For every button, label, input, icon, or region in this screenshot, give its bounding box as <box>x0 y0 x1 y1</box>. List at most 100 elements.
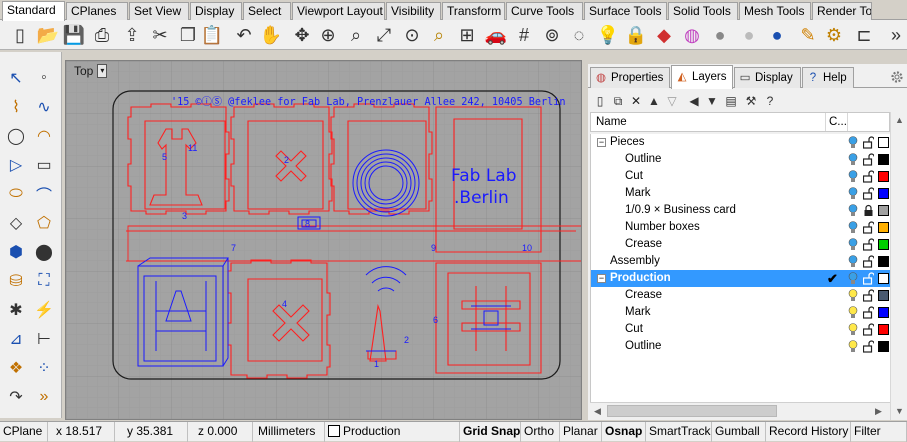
status-toggle-grid-snap[interactable]: Grid Snap <box>460 422 521 442</box>
new-layer-icon[interactable]: ▯ <box>592 93 608 109</box>
status-layer[interactable]: Production <box>325 422 460 442</box>
layer-color-swatch[interactable] <box>878 171 889 182</box>
circle-icon[interactable]: ◯ <box>4 124 28 148</box>
more-icon[interactable]: » <box>884 23 907 47</box>
block-icon[interactable]: ⁘ <box>32 356 56 380</box>
layer-color-swatch[interactable] <box>878 324 889 335</box>
cplane-icon[interactable]: ⊚ <box>540 23 564 47</box>
viewport-title-label[interactable]: Top <box>74 63 93 79</box>
rectangle-icon[interactable]: ▭ <box>32 153 56 177</box>
status-units[interactable]: Millimeters <box>253 422 325 442</box>
more-left-icon[interactable]: » <box>32 385 56 409</box>
layer-unlocked-icon[interactable] <box>863 170 874 183</box>
layer-unlocked-icon[interactable] <box>863 255 874 268</box>
layer-unlocked-icon[interactable] <box>863 221 874 234</box>
print-icon[interactable]: ⎙ <box>90 23 114 47</box>
status-toggle-filter[interactable]: Filter <box>851 422 907 442</box>
extrude-icon[interactable]: ⬠ <box>32 211 56 235</box>
layer-visible-bulb-icon[interactable] <box>848 170 858 183</box>
select-icon[interactable]: ◌ <box>567 23 591 47</box>
layer-color-swatch[interactable] <box>878 290 889 301</box>
scroll-right-icon[interactable]: ▶ <box>875 406 882 417</box>
group-icon[interactable]: ❖ <box>4 356 28 380</box>
layer-row-assembly[interactable]: Assembly <box>591 253 891 270</box>
layer-name[interactable]: Outline <box>625 338 661 355</box>
rotate-view-icon[interactable]: ✥ <box>290 23 314 47</box>
layer-name[interactable]: Assembly <box>610 253 660 270</box>
four-viewports-icon[interactable]: ⊞ <box>455 23 479 47</box>
layer-name[interactable]: Mark <box>625 304 651 321</box>
layer-name[interactable]: Mark <box>625 185 651 202</box>
layer-row-number-boxes[interactable]: Number boxes <box>591 219 891 236</box>
tab-mesh-tools[interactable]: Mesh Tools <box>739 2 811 20</box>
cut-icon[interactable]: ✂ <box>148 23 172 47</box>
layer-visible-bulb-icon[interactable] <box>848 136 858 149</box>
viewport-title[interactable]: Top ▾ <box>70 63 112 79</box>
filter-icon[interactable]: ▼ <box>704 93 720 109</box>
tab-select[interactable]: Select <box>243 2 291 20</box>
layer-visible-bulb-icon[interactable] <box>848 323 858 336</box>
drawing-canvas[interactable]: '15 ©ⓘⓈ @feklee for Fab Lab, Prenzlauer … <box>66 61 582 420</box>
scroll-down-icon[interactable]: ▼ <box>895 406 904 416</box>
layer-visible-bulb-icon[interactable] <box>848 187 858 200</box>
layer-visible-bulb-icon[interactable] <box>848 238 858 251</box>
tab-cplanes[interactable]: CPlanes <box>66 2 128 20</box>
sphere-blue-icon[interactable]: ● <box>765 23 789 47</box>
analyze-icon[interactable]: ⊿ <box>4 327 28 351</box>
panel-options-gear-icon[interactable] <box>890 70 904 84</box>
scroll-up-icon[interactable]: ▲ <box>895 115 904 125</box>
box-icon[interactable]: ⬢ <box>4 240 28 264</box>
layer-collapse-icon[interactable]: − <box>597 274 606 283</box>
render-mode-icon[interactable]: ◆ <box>652 23 676 47</box>
polyline-icon[interactable]: ⌇ <box>4 95 28 119</box>
import-icon[interactable]: ⇪ <box>120 23 144 47</box>
horizontal-scroll-thumb[interactable] <box>607 405 777 417</box>
mesh-icon[interactable]: ⛶ <box>32 269 56 293</box>
viewport-top[interactable]: '15 ©ⓘⓈ @feklee for Fab Lab, Prenzlauer … <box>65 60 582 420</box>
zoom-selected-icon[interactable]: ⊙ <box>400 23 424 47</box>
layer-name[interactable]: Pieces <box>610 134 645 151</box>
layer-row-cut[interactable]: Cut <box>591 168 891 185</box>
select-arrow-icon[interactable]: ↖ <box>4 66 28 90</box>
tab-display[interactable]: Display <box>190 2 242 20</box>
layer-visible-bulb-icon[interactable] <box>848 306 858 319</box>
layer-color-swatch[interactable] <box>878 154 889 165</box>
copy-icon[interactable]: ❐ <box>176 23 200 47</box>
dimension-icon[interactable]: ⊢ <box>32 327 56 351</box>
current-layer-check-icon[interactable]: ✔ <box>827 270 838 287</box>
layer-unlocked-icon[interactable] <box>863 187 874 200</box>
layer-color-swatch[interactable] <box>878 205 889 216</box>
tab-visibility[interactable]: Visibility <box>386 2 441 20</box>
status-toggle-osnap[interactable]: Osnap <box>602 422 646 442</box>
move-up-icon[interactable]: ▲ <box>646 93 662 109</box>
move-parent-icon[interactable]: ◀ <box>686 93 702 109</box>
gear-icon[interactable]: ⚙ <box>822 23 846 47</box>
undo-icon[interactable]: ↶ <box>232 23 256 47</box>
layer-row-crease[interactable]: Crease <box>591 236 891 253</box>
layer-row-1-0-9-business-card[interactable]: 1/0.9 × Business card <box>591 202 891 219</box>
layer-unlocked-icon[interactable] <box>863 289 874 302</box>
horizontal-scrollbar[interactable]: ◀ ▶ <box>590 402 890 419</box>
tab-curve-tools[interactable]: Curve Tools <box>506 2 583 20</box>
status-cplane[interactable]: CPlane <box>0 422 48 442</box>
layer-unlocked-icon[interactable] <box>863 136 874 149</box>
layer-row-crease[interactable]: Crease <box>591 287 891 304</box>
grid-icon[interactable]: # <box>512 23 536 47</box>
layer-name[interactable]: Production <box>610 270 671 287</box>
status-toggle-smarttrack[interactable]: SmartTrack <box>646 422 712 442</box>
options-icon[interactable]: ⊏ <box>852 23 876 47</box>
open-icon[interactable]: 📂 <box>36 23 60 47</box>
panel-tab-display[interactable]: ▭ Display <box>734 67 801 88</box>
status-toggle-ortho[interactable]: Ortho <box>521 422 560 442</box>
layer-color-swatch[interactable] <box>878 273 889 284</box>
status-toggle-gumball[interactable]: Gumball <box>712 422 766 442</box>
paste-icon[interactable]: 📋 <box>200 23 224 47</box>
layer-name[interactable]: 1/0.9 × Business card <box>625 202 736 219</box>
layer-color-swatch[interactable] <box>878 307 889 318</box>
layer-name[interactable]: Crease <box>625 287 662 304</box>
layer-row-pieces[interactable]: − Pieces <box>591 134 891 151</box>
curve-icon[interactable]: ∿ <box>32 95 56 119</box>
layer-row-outline[interactable]: Outline <box>591 338 891 355</box>
save-icon[interactable]: 💾 <box>62 23 86 47</box>
lock-icon[interactable]: 🔒 <box>624 23 648 47</box>
